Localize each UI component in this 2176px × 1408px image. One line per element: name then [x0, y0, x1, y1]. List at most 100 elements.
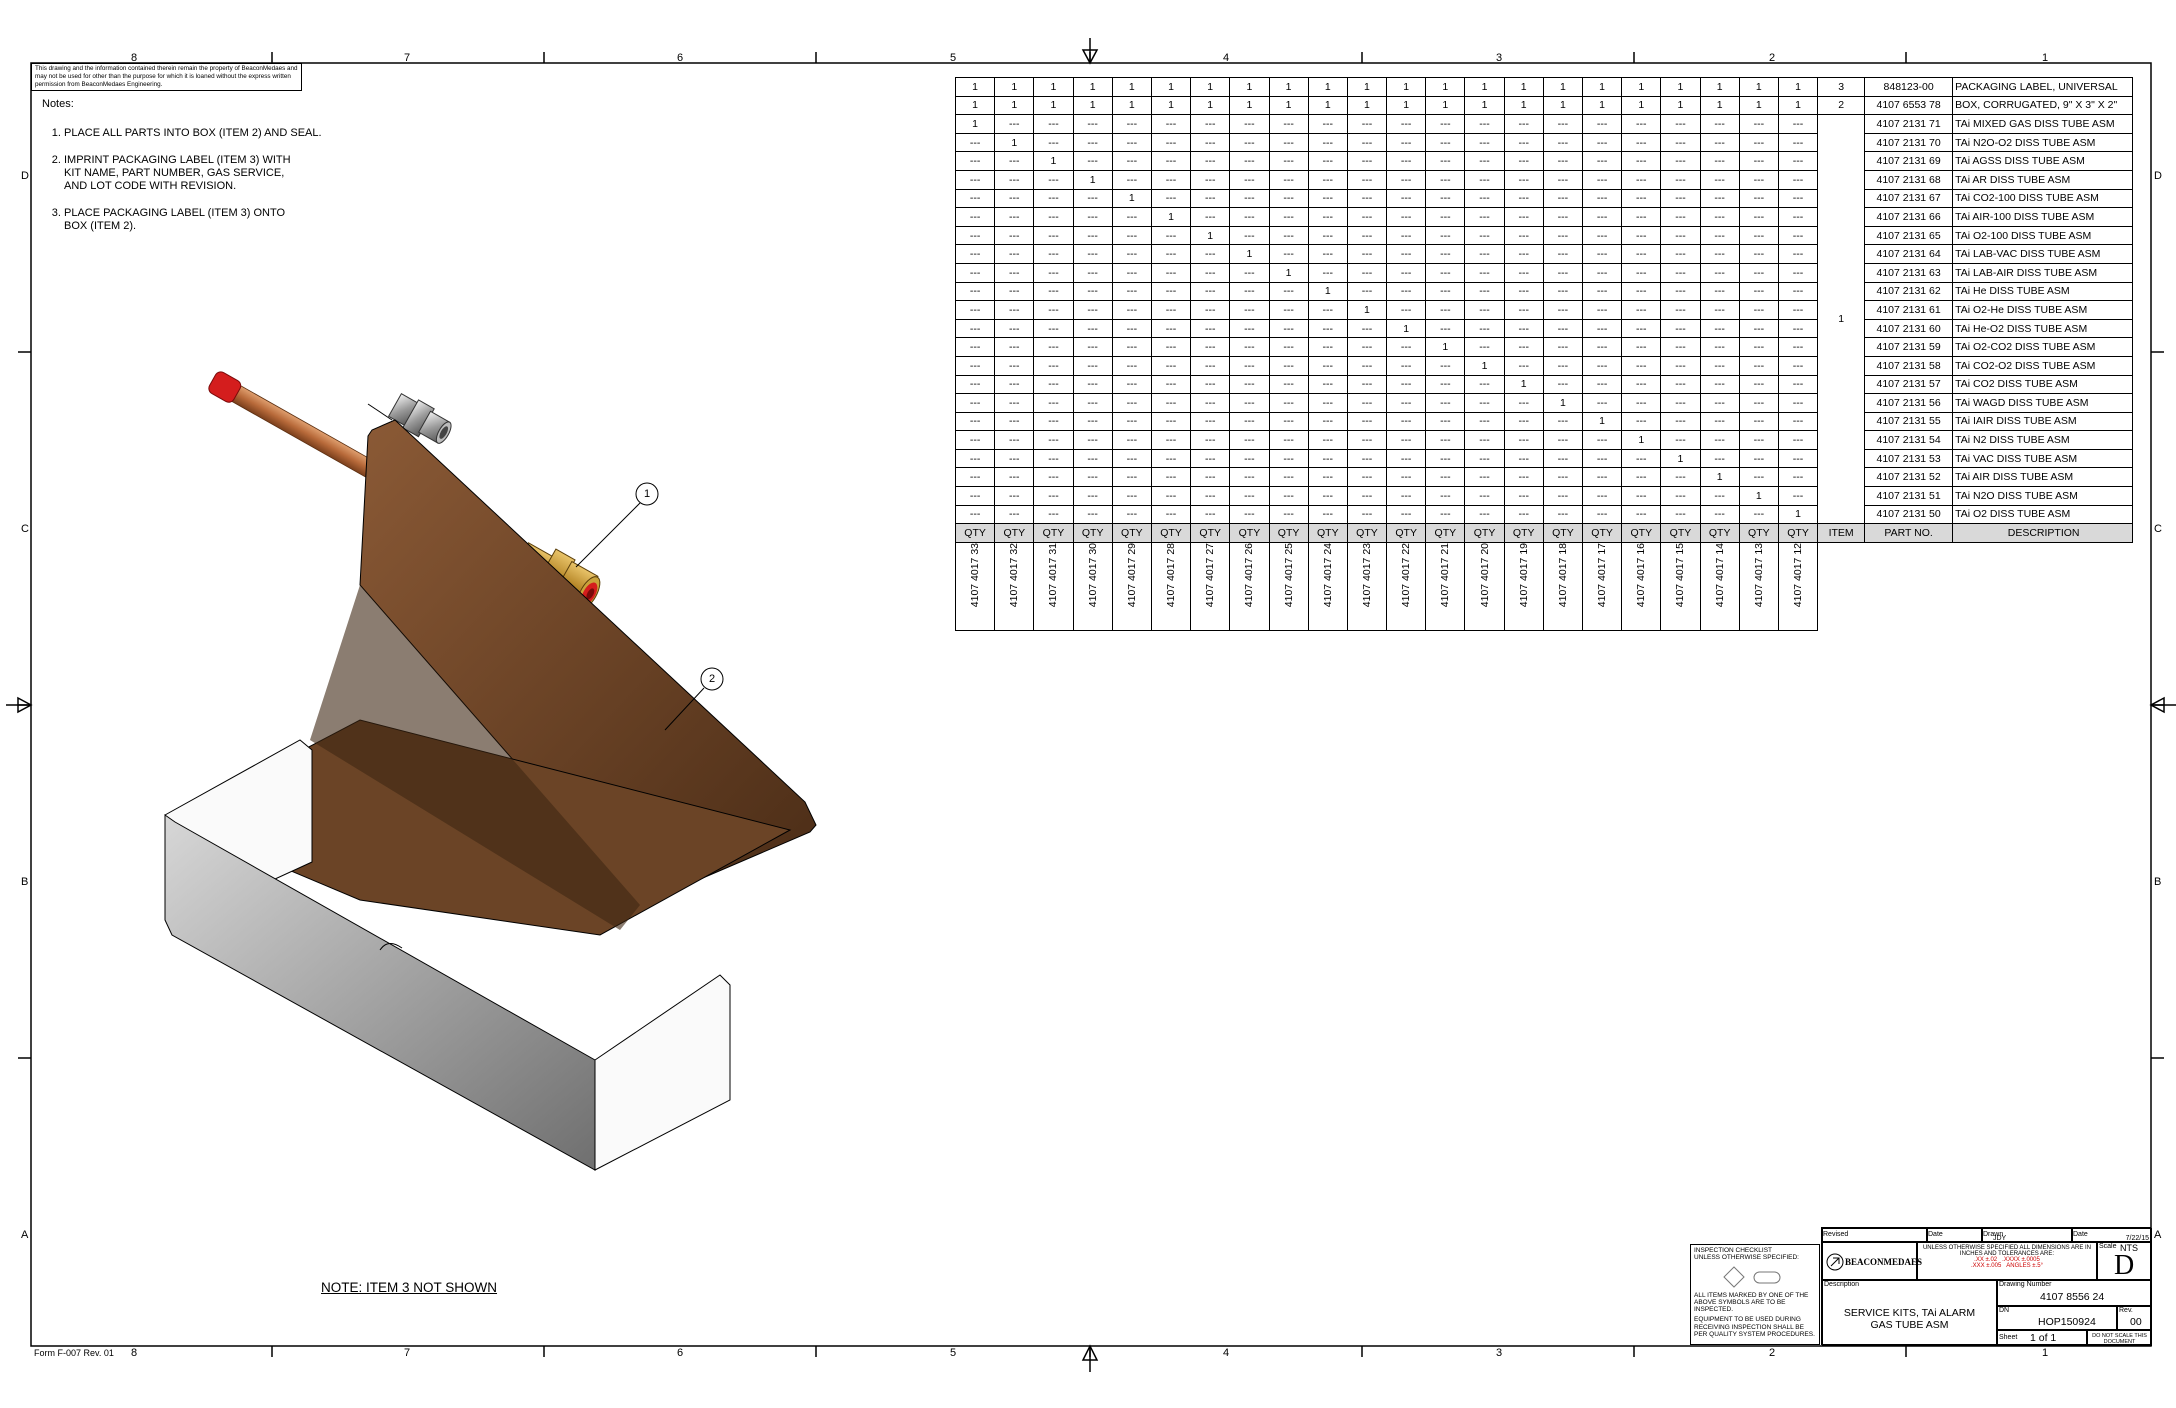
qty-cell: ---	[1425, 188, 1466, 209]
qty-cell: ---	[1699, 448, 1740, 469]
qty-cell: ---	[1464, 318, 1505, 339]
qty-cell: ---	[1190, 207, 1231, 227]
qty-cell: ---	[1346, 244, 1388, 264]
tb-date2-value: 7/22/15	[2125, 1235, 2149, 1242]
qty-cell: ---	[954, 262, 996, 283]
qty-cell: ---	[1738, 504, 1779, 525]
qty-cell: ---	[1268, 132, 1309, 153]
qty-cell: ---	[1738, 188, 1779, 209]
qty-cell: ---	[1346, 114, 1388, 134]
qty-cell: ---	[1072, 244, 1113, 264]
qty-cell: 1	[994, 95, 1035, 116]
corrugated-box	[164, 403, 817, 1171]
qty-cell: ---	[994, 486, 1035, 506]
qty-cell: ---	[1581, 114, 1623, 134]
qty-cell: ---	[1111, 114, 1152, 134]
zone-col-4: 4	[1223, 52, 1230, 64]
part-number-cell: 4107 2131 55	[1864, 411, 1954, 432]
zone-row-d: D	[21, 170, 29, 182]
qty-cell: ---	[1699, 393, 1740, 413]
qty-cell: ---	[1307, 504, 1348, 525]
qty-cell: ---	[1072, 188, 1113, 209]
note-item3-not-shown: NOTE: ITEM 3 NOT SHOWN	[321, 1280, 498, 1295]
qty-cell: ---	[1621, 151, 1662, 171]
qty-cell: ---	[954, 169, 996, 190]
bom-row: 1 1 1 1 1 1 1 1 1 1 1 1 1 1 1 1 1 1 1 1 1 1 3 848123-00 PACKAGIN…	[954, 77, 2134, 97]
tb-date-label: Date	[1928, 1231, 1943, 1238]
qty-header: QTY	[1111, 523, 1152, 543]
bom-row: --- --- --- --- --- --- --- --- --- --- --- --- 1 ---…	[954, 337, 2134, 357]
bom-body: 1 1 1 1 1 1 1 1 1 1 1 1 1 1 1 1 1 1 1 1 1 1 3 848123-00 PACKAGIN…	[954, 77, 2134, 631]
qty-cell: ---	[1268, 430, 1309, 450]
qty-cell: ---	[1033, 244, 1074, 264]
qty-cell: ---	[1033, 169, 1074, 190]
zone-col-2-bottom: 2	[1769, 1347, 1776, 1359]
qty-cell: ---	[1542, 244, 1584, 264]
kit-number-cell: 4107 4017 29	[1111, 541, 1152, 631]
qty-cell: 1	[1738, 95, 1779, 116]
qty-cell: 1	[1542, 393, 1584, 413]
bom-header-row: QTY QTY QTY QTY QTY QTY QTY QTY QTY QTY QTY QTY QTY Q…	[954, 523, 2134, 543]
qty-cell: ---	[1190, 374, 1231, 395]
qty-cell: ---	[1503, 207, 1544, 227]
qty-cell: ---	[1033, 207, 1074, 227]
qty-cell: ---	[1386, 486, 1427, 506]
form-revision: Form F-007 Rev. 01	[34, 1348, 114, 1358]
qty-cell: ---	[1699, 374, 1740, 395]
qty-cell: ---	[1464, 411, 1505, 432]
tol-angles: ANGLES ±.5°	[2006, 1263, 2044, 1269]
qty-cell: ---	[1581, 374, 1623, 395]
qty-cell: ---	[1699, 262, 1740, 283]
kit-number-cell: 4107 4017 31	[1033, 541, 1074, 631]
qty-cell: ---	[954, 188, 996, 209]
qty-cell: ---	[1150, 467, 1192, 488]
kit-number: 4107 4017 17	[1596, 542, 1609, 608]
tb-description-label: Description	[1824, 1281, 1860, 1288]
notes-list: PLACE ALL PARTS INTO BOX (ITEM 2) AND SE…	[42, 127, 342, 233]
qty-cell: ---	[1033, 430, 1074, 450]
qty-cell: ---	[1150, 355, 1192, 376]
qty-cell: ---	[1150, 411, 1192, 432]
qty-cell: ---	[1190, 504, 1231, 525]
qty-cell: 1	[1150, 77, 1192, 97]
qty-cell: ---	[1464, 262, 1505, 283]
kit-number-cell: 4107 4017 32	[994, 541, 1035, 631]
kit-number: 4107 4017 25	[1282, 542, 1295, 608]
zone-col-5-bottom: 5	[950, 1347, 957, 1359]
qty-cell: ---	[1621, 467, 1662, 488]
note-item: IMPRINT PACKAGING LABEL (ITEM 3) WITH KI…	[64, 154, 342, 193]
bom-row: --- --- --- --- --- --- --- 1 --- --- --- --- --- ---…	[954, 244, 2134, 264]
qty-cell: ---	[1464, 300, 1505, 320]
qty-cell: ---	[1503, 504, 1544, 525]
qty-header: QTY	[1738, 523, 1779, 543]
qty-cell: ---	[1072, 430, 1113, 450]
qty-cell: 1	[1621, 430, 1662, 450]
qty-cell: ---	[1033, 281, 1074, 302]
zone-col-1-bottom: 1	[2042, 1347, 2049, 1359]
qty-cell: 1	[1190, 77, 1231, 97]
qty-cell: 1	[1346, 300, 1388, 320]
part-number-cell: 4107 2131 56	[1864, 393, 1954, 413]
kit-number: 4107 4017 24	[1321, 542, 1334, 608]
qty-cell: ---	[1072, 374, 1113, 395]
kit-number-cell: 4107 4017 33	[954, 541, 996, 631]
kit-number: 4107 4017 22	[1400, 542, 1413, 608]
description-cell: TAi O2-CO2 DISS TUBE ASM	[1952, 337, 2134, 357]
qty-cell: ---	[1777, 151, 1819, 171]
tb-date2-label: Date	[2073, 1231, 2088, 1238]
qty-cell: ---	[1738, 337, 1779, 357]
qty-cell: 1	[1268, 95, 1309, 116]
qty-cell: 1	[1464, 77, 1505, 97]
qty-cell: ---	[1111, 244, 1152, 264]
qty-cell: ---	[1386, 281, 1427, 302]
qty-cell: ---	[1777, 467, 1819, 488]
part-number-cell: 4107 2131 61	[1864, 300, 1954, 320]
qty-cell: 1	[1738, 77, 1779, 97]
qty-cell: 1	[954, 114, 996, 134]
qty-cell: ---	[1268, 467, 1309, 488]
qty-cell: ---	[1150, 114, 1192, 134]
qty-cell: ---	[1346, 132, 1388, 153]
notes-block: Notes: PLACE ALL PARTS INTO BOX (ITEM 2)…	[42, 98, 342, 247]
qty-cell: 1	[1581, 95, 1623, 116]
qty-cell: ---	[1660, 169, 1701, 190]
